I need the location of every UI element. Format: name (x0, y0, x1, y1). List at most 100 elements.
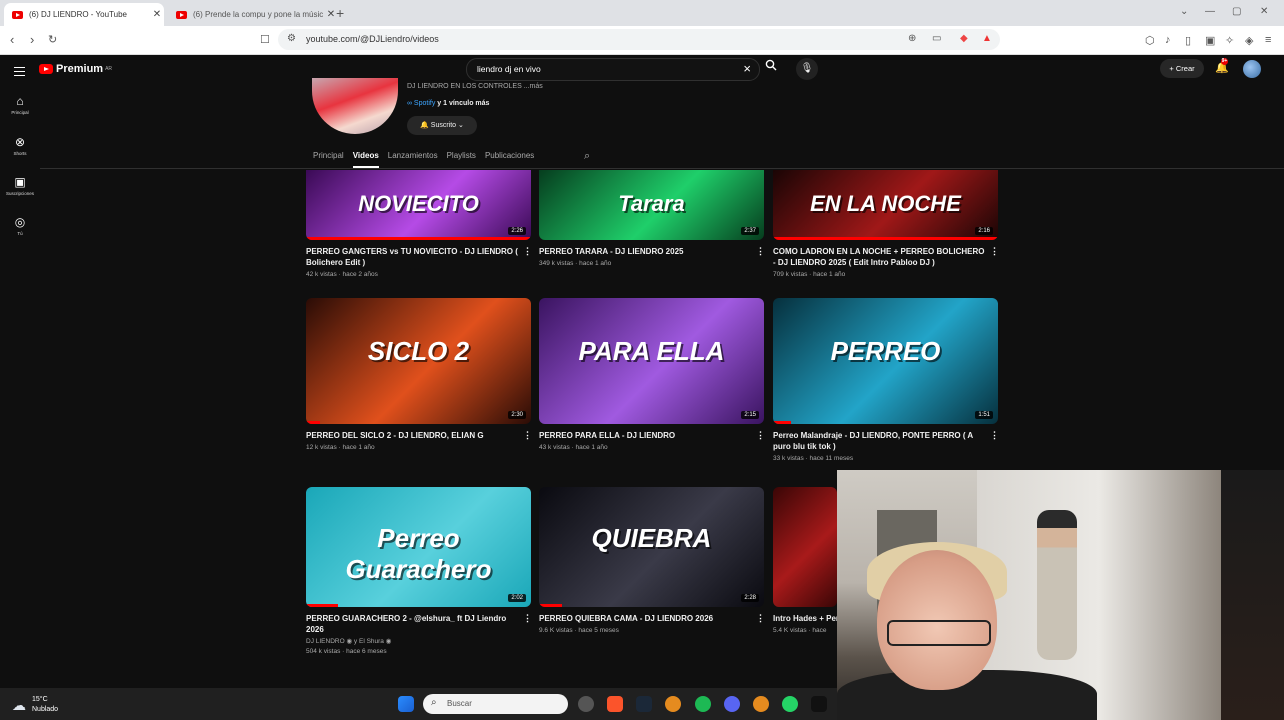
warning-icon[interactable]: ▲ (982, 33, 992, 44)
video-title[interactable]: Perreo Malandraje - DJ LIENDRO, PONTE PE… (773, 430, 985, 452)
windows-start-icon[interactable] (398, 696, 414, 712)
watch-progress-bar (306, 604, 338, 607)
music-icon[interactable]: ♪ (1165, 34, 1171, 46)
tab-principal[interactable]: Principal (313, 151, 344, 160)
site-info-icon[interactable]: ⚙ (287, 33, 296, 44)
wallet-icon[interactable]: ▣ (1205, 34, 1215, 47)
video-thumbnail[interactable]: NOVIECITO 2:26 (306, 170, 531, 240)
video-options-icon[interactable]: ⋮ (756, 246, 765, 257)
subscribed-button[interactable]: 🔔 Suscrito ⌄ (407, 116, 477, 135)
search-button[interactable] (761, 59, 781, 79)
video-thumbnail[interactable]: EN LA NOCHE 2:16 (773, 170, 998, 240)
weather-widget[interactable]: ☁ 15°C Nublado (12, 695, 58, 715)
thumbnail-text: QUIEBRA (591, 523, 712, 553)
home-icon: ⌂ (16, 94, 24, 108)
video-options-icon[interactable]: ⋮ (990, 430, 999, 441)
forward-icon[interactable]: › (30, 32, 34, 47)
video-title[interactable]: COMO LADRON EN LA NOCHE + PERREO BOLICHE… (773, 246, 985, 268)
tab-youtube-inactive[interactable]: (6) Prende la compu y pone la músic ✕ (168, 3, 338, 26)
video-options-icon[interactable]: ⋮ (523, 246, 532, 257)
rail-item-principal[interactable]: ⌂ Principal (0, 94, 40, 115)
leo-icon[interactable]: ✧ (1225, 34, 1234, 47)
thumbnail-text: SICLO 2 (367, 336, 470, 366)
window-close-icon[interactable]: ✕ (1260, 6, 1268, 17)
tab-videos[interactable]: Videos (352, 151, 379, 168)
zoom-icon[interactable]: ⊕ (908, 33, 916, 44)
tab-search-icon[interactable]: ⌄ (1180, 6, 1188, 17)
rail-item-suscripciones[interactable]: ▣ Suscripciones (0, 175, 40, 196)
notifications-button[interactable]: 🔔 9+ (1215, 58, 1229, 74)
back-icon[interactable]: ‹ (10, 32, 14, 47)
sidebar-icon[interactable]: ▯ (1185, 34, 1191, 47)
rail-label: Principal (11, 110, 29, 115)
video-title[interactable]: PERREO TARARA - DJ LIENDRO 2025 (539, 246, 751, 257)
tab-youtube-active[interactable]: (6) DJ LIENDRO - YouTube ✕ (4, 3, 164, 26)
video-options-icon[interactable]: ⋮ (990, 246, 999, 257)
maximize-icon[interactable]: ▢ (1232, 6, 1241, 17)
video-thumbnail[interactable]: Tarara 2:37 (539, 170, 764, 240)
discord-icon[interactable] (724, 696, 740, 712)
video-title[interactable]: Intro Hades + Per (773, 613, 837, 624)
channel-links[interactable]: ∞ Spotify y 1 vínculo más (407, 100, 489, 107)
address-bar[interactable]: ⚙ youtube.com/@DJLiendro/videos ⊕ ▭ ◆ ▲ (278, 29, 1000, 50)
tiktok-icon[interactable] (811, 696, 827, 712)
video-thumbnail[interactable]: SICLO 2 2:30 (306, 298, 531, 424)
video-title[interactable]: PERREO GUARACHERO 2 - @elshura_ ft DJ Li… (306, 613, 518, 635)
you-icon: ◎ (14, 215, 26, 229)
tab-publicaciones[interactable]: Publicaciones (485, 151, 534, 160)
rail-item-shorts[interactable]: ⊗ Shorts (0, 135, 40, 156)
video-options-icon[interactable]: ⋮ (523, 430, 532, 441)
video-thumbnail[interactable]: Perreo Guarachero 2:02 (306, 487, 531, 607)
video-options-icon[interactable]: ⋮ (756, 613, 765, 624)
logo-country: AR (105, 66, 113, 72)
clear-search-icon[interactable]: × (743, 61, 751, 76)
video-title[interactable]: PERREO PARA ELLA - DJ LIENDRO (539, 430, 751, 441)
youtube-logo[interactable]: Premium AR (39, 63, 112, 75)
whatsapp-icon[interactable] (782, 696, 798, 712)
tab-lanzamientos[interactable]: Lanzamientos (388, 151, 438, 160)
spotify-icon[interactable] (695, 696, 711, 712)
cast-icon[interactable]: ▭ (932, 33, 941, 44)
account-avatar[interactable] (1243, 60, 1261, 78)
watch-progress-bar (306, 421, 320, 424)
spotify-link[interactable]: ∞ Spotify (407, 100, 435, 107)
watch-progress-bar (306, 237, 531, 240)
extension-icon[interactable]: ⬡ (1145, 34, 1155, 47)
video-meta: DJ LIENDRO ◉ y El Shura ◉ (306, 638, 392, 645)
tab-playlists[interactable]: Playlists (447, 151, 476, 160)
settings-app-icon[interactable] (578, 696, 594, 712)
reload-icon[interactable]: ↻ (48, 33, 57, 46)
channel-search-icon[interactable]: ⌕ (584, 150, 590, 163)
shorts-icon: ⊗ (14, 135, 26, 149)
new-tab-button[interactable]: + (336, 5, 344, 21)
video-title[interactable]: PERREO QUIEBRA CAMA - DJ LIENDRO 2026 (539, 613, 751, 624)
voice-search-button[interactable]: 🎙 (796, 58, 818, 80)
video-thumbnail[interactable]: PARA ELLA 2:15 (539, 298, 764, 424)
vpn-icon[interactable]: ◈ (1245, 34, 1253, 47)
search-input[interactable]: liendro dj en vivo × (466, 58, 760, 81)
menu-icon[interactable]: ≡ (1265, 34, 1271, 46)
channel-avatar[interactable] (312, 78, 398, 134)
rail-item-tu[interactable]: ◎ Tú (0, 215, 40, 236)
brave-browser-icon[interactable] (607, 696, 623, 712)
steam-icon[interactable] (636, 696, 652, 712)
taskbar-search-input[interactable]: ⌕ Buscar (423, 694, 568, 714)
minimize-icon[interactable]: — (1205, 6, 1215, 17)
video-title[interactable]: PERREO DEL SICLO 2 - DJ LIENDRO, ELIAN G (306, 430, 518, 441)
video-duration: 2:26 (508, 227, 526, 235)
video-title[interactable]: PERREO GANGTERS vs TU NOVIECITO - DJ LIE… (306, 246, 518, 268)
close-tab-icon[interactable]: ✕ (150, 9, 164, 20)
video-thumbnail[interactable]: PERREO 1:51 (773, 298, 998, 424)
video-options-icon[interactable]: ⋮ (756, 430, 765, 441)
app-icon-2[interactable] (753, 696, 769, 712)
app-icon[interactable] (665, 696, 681, 712)
bookmark-icon[interactable]: ☐ (260, 33, 270, 46)
hamburger-menu-icon[interactable] (14, 64, 25, 79)
brave-shield-icon[interactable]: ◆ (960, 33, 968, 44)
video-thumbnail[interactable]: QUIEBRA 2:28 (539, 487, 764, 607)
thumbnail-text: Perreo Guarachero (345, 523, 492, 584)
channel-description[interactable]: DJ LIENDRO EN LOS CONTROLES ...más (407, 83, 543, 90)
video-options-icon[interactable]: ⋮ (523, 613, 532, 624)
video-thumbnail[interactable] (773, 487, 837, 607)
create-button[interactable]: + Crear (1160, 59, 1204, 78)
